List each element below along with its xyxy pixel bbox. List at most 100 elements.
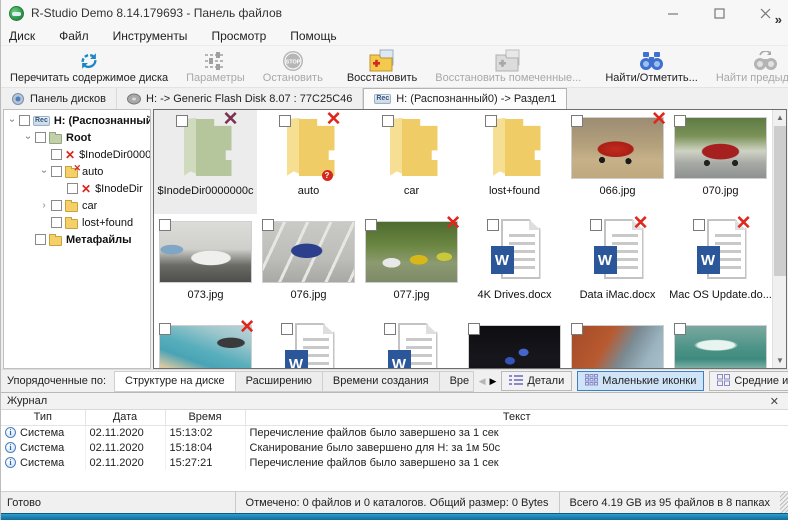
file-checkbox[interactable] <box>176 115 188 127</box>
tree-checkbox[interactable] <box>51 149 62 160</box>
log-close-icon[interactable]: ✕ <box>767 395 782 408</box>
toolbar-button-binoculars-blue[interactable]: Найти/Отметить... <box>596 46 706 87</box>
toolbar-button-binoculars-prev[interactable]: Найти предыдущее <box>707 46 788 87</box>
file-checkbox[interactable] <box>279 115 291 127</box>
doc-tab-2[interactable]: H: -> Generic Flash Disk 8.07 : 77C25C46 <box>117 88 363 109</box>
toolbar-button-recover-marked[interactable]: Восстановить помеченные... <box>426 46 590 87</box>
tree-checkbox[interactable] <box>35 234 46 245</box>
tab-scroll-left-icon[interactable]: ◀ <box>477 376 488 387</box>
vertical-scrollbar[interactable]: ▲ ▼ <box>772 110 786 368</box>
log-row-3[interactable]: iСистема02.11.202015:27:21Перечисление ф… <box>1 455 788 470</box>
file-name-label: car <box>404 185 419 197</box>
toolbar-overflow-chevron[interactable]: » <box>775 12 782 27</box>
file-name-label: 076.jpg <box>290 289 326 301</box>
file-item-2[interactable]: ✕?auto <box>257 110 360 214</box>
scrollbar-thumb[interactable] <box>774 126 786 276</box>
minimize-button[interactable] <box>650 0 696 26</box>
file-checkbox[interactable] <box>693 219 705 231</box>
file-checkbox[interactable] <box>590 219 602 231</box>
file-item-11[interactable]: W✕Data iMac.docx <box>566 214 669 318</box>
log-column-header-3[interactable]: Время <box>165 410 245 425</box>
menu-item-2[interactable]: Файл <box>59 27 99 45</box>
file-checkbox[interactable] <box>571 115 583 127</box>
file-checkbox[interactable] <box>281 323 293 335</box>
file-checkbox[interactable] <box>674 323 686 335</box>
tree-item-5[interactable]: ✕$InodeDir <box>4 180 150 197</box>
tree-item-3[interactable]: ✕$InodeDir0000 <box>4 146 150 163</box>
scroll-down-arrow-icon[interactable]: ▼ <box>773 353 787 368</box>
file-item-12[interactable]: W✕Mac OS Update.do... <box>669 214 772 318</box>
file-item-9[interactable]: ✕077.jpg <box>360 214 463 318</box>
log-row-1[interactable]: iСистема02.11.202015:13:02Перечисление ф… <box>1 425 788 440</box>
file-checkbox[interactable] <box>384 323 396 335</box>
sort-tab-1[interactable]: Структуре на диске <box>114 371 236 392</box>
tab-scroll-right-icon[interactable]: ▶ <box>488 376 499 387</box>
tree-item-6[interactable]: ›car <box>4 197 150 214</box>
file-checkbox[interactable] <box>365 219 377 231</box>
toolbar-button-stop[interactable]: STOPОстановить <box>254 46 332 87</box>
file-item-17[interactable] <box>566 318 669 369</box>
sort-tab-3[interactable]: Времени создания <box>323 371 440 392</box>
menu-item-1[interactable]: Диск <box>9 27 45 45</box>
sort-tab-2[interactable]: Расширению <box>236 371 323 392</box>
doc-tab-3[interactable]: RecH: (Распознанный0) -> Раздел1 <box>363 88 567 109</box>
file-item-7[interactable]: 073.jpg <box>154 214 257 318</box>
view-button-medium-icons[interactable]: Средние иконки <box>709 371 788 391</box>
tree-checkbox[interactable] <box>51 217 62 228</box>
file-item-3[interactable]: car <box>360 110 463 214</box>
tree-checkbox[interactable] <box>67 183 78 194</box>
drives-panel-icon <box>11 93 25 105</box>
tree-expand-icon[interactable]: › <box>23 132 34 144</box>
tree-expand-icon[interactable]: › <box>7 115 18 127</box>
file-item-6[interactable]: 070.jpg <box>669 110 772 214</box>
maximize-button[interactable] <box>696 0 742 26</box>
tree-checkbox[interactable] <box>51 200 62 211</box>
file-item-16[interactable] <box>463 318 566 369</box>
file-checkbox[interactable] <box>571 323 583 335</box>
tree-item-2[interactable]: ›Root <box>4 129 150 146</box>
file-checkbox[interactable] <box>382 115 394 127</box>
resize-grip[interactable] <box>780 492 788 513</box>
toolbar-button-recover-folder[interactable]: Восстановить <box>338 46 426 87</box>
tree-item-1[interactable]: ›RecH: (Распознанный0) <box>4 112 150 129</box>
file-item-10[interactable]: W4K Drives.docx <box>463 214 566 318</box>
log-row-2[interactable]: iСистема02.11.202015:18:04Сканирование б… <box>1 440 788 455</box>
tree-item-4[interactable]: ›✕auto <box>4 163 150 180</box>
file-checkbox[interactable] <box>468 323 480 335</box>
file-checkbox[interactable] <box>262 219 274 231</box>
tree-checkbox[interactable] <box>35 132 46 143</box>
tree-item-8[interactable]: Метафайлы <box>4 231 150 248</box>
tree-checkbox[interactable] <box>19 115 30 126</box>
file-checkbox[interactable] <box>674 115 686 127</box>
menu-item-5[interactable]: Помощь <box>290 27 346 45</box>
tree-expand-icon[interactable]: › <box>39 166 50 178</box>
log-column-header-1[interactable]: Тип <box>1 410 85 425</box>
view-button-details[interactable]: Детали <box>501 371 572 391</box>
sort-tab-4[interactable]: Вре <box>440 371 474 392</box>
file-item-1[interactable]: ✕$InodeDir0000000c <box>154 110 257 214</box>
menu-item-4[interactable]: Просмотр <box>211 27 276 45</box>
doc-tab-1[interactable]: Панель дисков <box>1 88 117 109</box>
menu-item-3[interactable]: Инструменты <box>113 27 198 45</box>
log-column-header-2[interactable]: Дата <box>85 410 165 425</box>
file-item-5[interactable]: ✕066.jpg <box>566 110 669 214</box>
file-checkbox[interactable] <box>487 219 499 231</box>
log-column-header-4[interactable]: Текст <box>245 410 788 425</box>
file-item-18[interactable] <box>669 318 772 369</box>
file-item-14[interactable]: W <box>257 318 360 369</box>
file-item-4[interactable]: lost+found <box>463 110 566 214</box>
file-item-15[interactable]: W <box>360 318 463 369</box>
toolbar-button-refresh[interactable]: Перечитать содержимое диска <box>1 46 177 87</box>
toolbar-button-settings-sliders[interactable]: Параметры <box>177 46 254 87</box>
tree-expand-icon[interactable]: › <box>38 200 50 211</box>
tree-checkbox[interactable] <box>51 166 62 177</box>
file-checkbox[interactable] <box>159 219 171 231</box>
view-button-small-icons[interactable]: Маленькие иконки <box>577 371 704 391</box>
file-item-8[interactable]: 076.jpg <box>257 214 360 318</box>
file-checkbox[interactable] <box>159 323 171 335</box>
log-type-cell: iСистема <box>1 440 85 455</box>
scroll-up-arrow-icon[interactable]: ▲ <box>773 110 787 125</box>
tree-item-7[interactable]: lost+found <box>4 214 150 231</box>
file-item-13[interactable]: ✕ <box>154 318 257 369</box>
file-checkbox[interactable] <box>485 115 497 127</box>
